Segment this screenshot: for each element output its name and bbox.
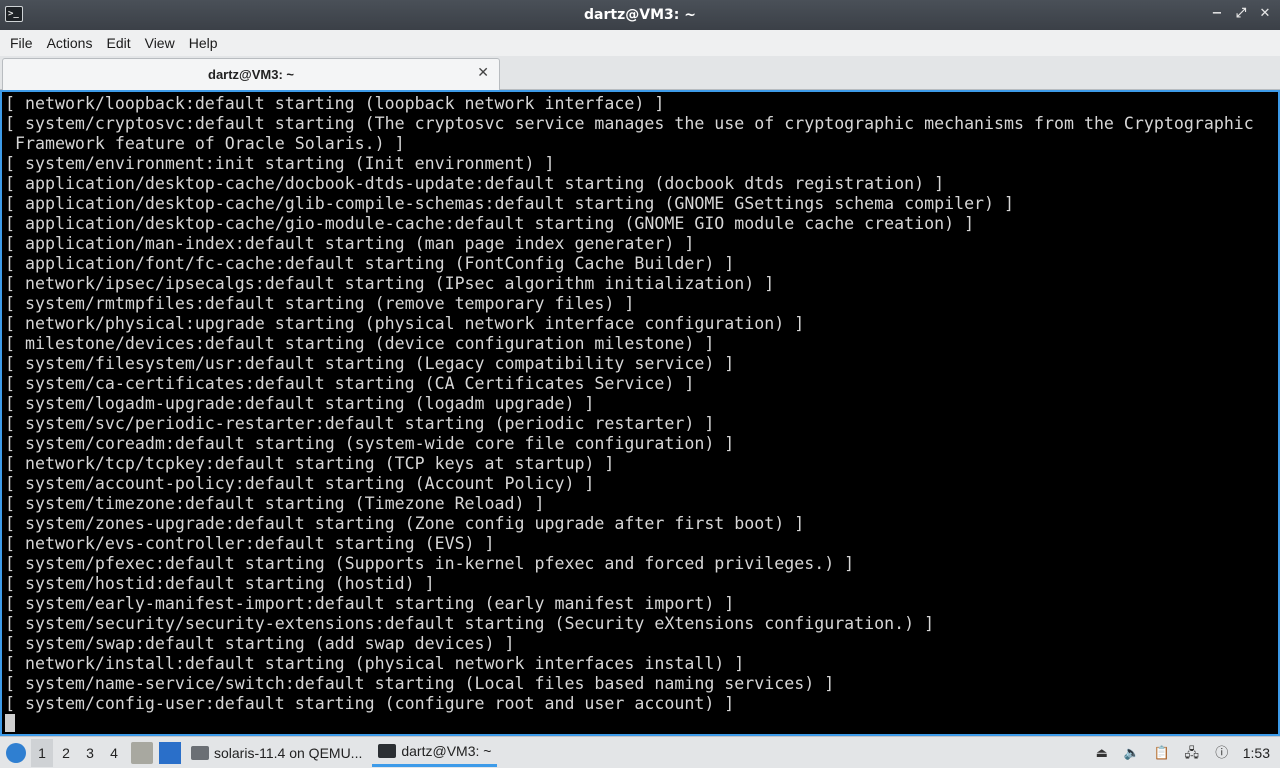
terminal-line: [ network/evs-controller:default startin… [5,534,495,553]
task-qemu[interactable]: solaris-11.4 on QEMU... [185,739,368,767]
close-icon[interactable]: ✕ [1258,6,1272,22]
terminal-line: [ system/ca-certificates:default startin… [5,374,695,393]
text-cursor [5,714,15,732]
terminal-line: [ system/timezone:default starting (Time… [5,494,545,513]
terminal-view[interactable]: [ network/loopback:default starting (loo… [0,90,1280,736]
tab-bar: dartz@VM3: ~ ✕ [0,56,1280,90]
terminal-line: [ system/early-manifest-import:default s… [5,594,735,613]
task-terminal[interactable]: dartz@VM3: ~ [372,739,498,767]
terminal-line: [ network/physical:upgrade starting (phy… [5,314,805,333]
terminal-line: [ system/account-policy:default starting… [5,474,595,493]
qemu-icon [191,745,209,760]
tab-terminal[interactable]: dartz@VM3: ~ ✕ [2,58,500,90]
terminal-line: [ system/zones-upgrade:default starting … [5,514,805,533]
terminal-line: [ system/filesystem/usr:default starting… [5,354,735,373]
menu-actions[interactable]: Actions [41,35,99,51]
network-icon[interactable]: 🖧 [1183,744,1201,762]
terminal-line: [ system/environment:init starting (Init… [5,154,555,173]
show-desktop-icon[interactable] [159,741,181,764]
terminal-line: [ network/loopback:default starting (loo… [5,94,665,113]
window-title: dartz@VM3: ~ [584,7,696,23]
terminal-line: [ system/pfexec:default starting (Suppor… [5,554,855,573]
terminal-line: [ network/tcp/tcpkey:default starting (T… [5,454,615,473]
menu-file[interactable]: File [4,35,39,51]
terminal-line: [ application/desktop-cache/docbook-dtds… [5,174,945,193]
terminal-line: [ system/config-user:default starting (c… [5,694,735,713]
window-controls: − ⤢ ✕ [1210,6,1272,22]
terminal-line: [ milestone/devices:default starting (de… [5,334,715,353]
menu-edit[interactable]: Edit [100,35,136,51]
terminal-line: [ system/rmtmpfiles:default starting (re… [5,294,635,313]
workspace-2[interactable]: 2 [55,739,77,767]
terminal-line: [ network/ipsec/ipsecalgs:default starti… [5,274,775,293]
terminal-line: [ system/logadm-upgrade:default starting… [5,394,595,413]
file-manager-icon[interactable] [131,741,153,764]
terminal-line: [ application/font/fc-cache:default star… [5,254,735,273]
menu-view[interactable]: View [139,35,181,51]
maximize-icon[interactable]: ⤢ [1234,6,1248,22]
start-menu-icon[interactable] [3,740,29,766]
task-qemu-label: solaris-11.4 on QEMU... [214,744,363,761]
system-tray: ⏏ 🔈 📋 🖧 ⓘ 1:53 [1093,744,1280,762]
window-titlebar[interactable]: >_ dartz@VM3: ~ − ⤢ ✕ [0,0,1280,30]
workspace-4[interactable]: 4 [103,739,125,767]
terminal-app-icon: >_ [5,6,23,22]
terminal-line: Framework feature of Oracle Solaris.) ] [5,134,405,153]
terminal-line: [ application/desktop-cache/gio-module-c… [5,214,975,233]
task-terminal-label: dartz@VM3: ~ [401,743,492,759]
terminal-line: [ system/security/security-extensions:de… [5,614,935,633]
eject-icon[interactable]: ⏏ [1093,744,1111,762]
terminal-line: [ system/svc/periodic-restarter:default … [5,414,715,433]
terminal-line: [ application/man-index:default starting… [5,234,695,253]
menu-help[interactable]: Help [183,35,224,51]
terminal-task-icon [378,744,397,758]
terminal-line: [ system/hostid:default starting (hostid… [5,574,435,593]
terminal-line: [ system/cryptosvc:default starting (The… [5,114,1254,133]
clipboard-icon[interactable]: 📋 [1153,744,1171,762]
volume-icon[interactable]: 🔈 [1123,744,1141,762]
tab-label: dartz@VM3: ~ [208,67,294,82]
update-notifier-icon[interactable]: ⓘ [1213,744,1231,762]
terminal-line: [ network/install:default starting (phys… [5,654,745,673]
taskbar: 1 2 3 4 solaris-11.4 on QEMU... dartz@VM… [0,736,1280,768]
terminal-cursor-line [5,714,1276,734]
terminal-line: [ system/coreadm:default starting (syste… [5,434,735,453]
terminal-line: [ system/swap:default starting (add swap… [5,634,515,653]
workspace-3[interactable]: 3 [79,739,101,767]
clock[interactable]: 1:53 [1243,745,1270,761]
terminal-output: [ network/loopback:default starting (loo… [5,94,1276,734]
terminal-line: [ application/desktop-cache/glib-compile… [5,194,1015,213]
terminal-line: [ system/name-service/switch:default sta… [5,674,835,693]
minimize-icon[interactable]: − [1210,6,1224,22]
tab-close-icon[interactable]: ✕ [477,65,489,81]
workspace-1[interactable]: 1 [31,738,53,767]
menubar: File Actions Edit View Help [0,30,1280,56]
